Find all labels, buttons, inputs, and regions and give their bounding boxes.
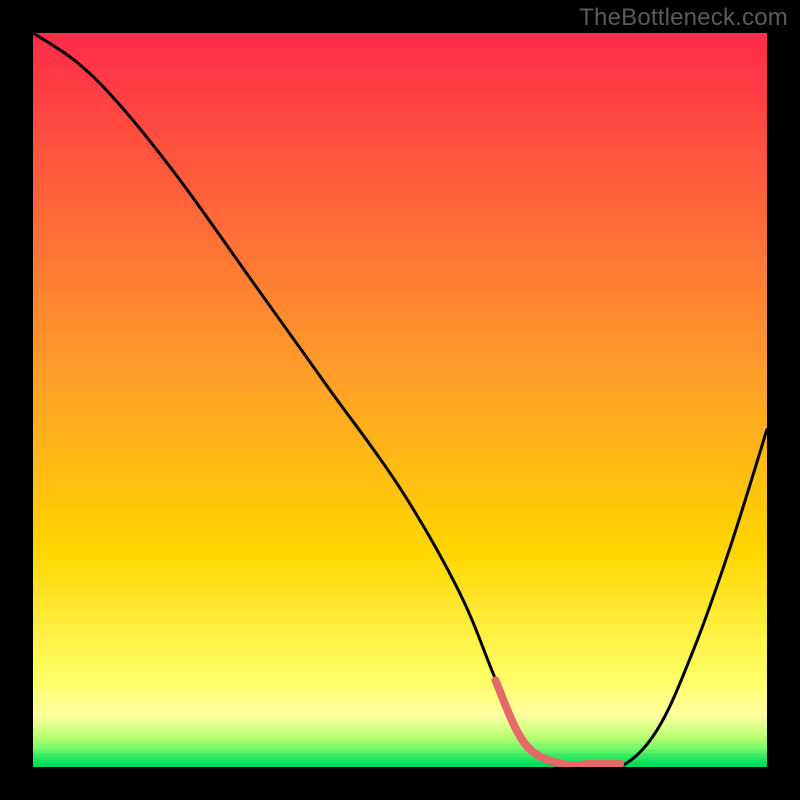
plot-area xyxy=(33,33,767,767)
bottleneck-chart-svg xyxy=(33,33,767,767)
watermark-text: TheBottleneck.com xyxy=(579,4,788,32)
chart-frame: TheBottleneck.com xyxy=(0,0,800,800)
gradient-background xyxy=(33,33,767,767)
green-stripe-band xyxy=(33,745,767,767)
